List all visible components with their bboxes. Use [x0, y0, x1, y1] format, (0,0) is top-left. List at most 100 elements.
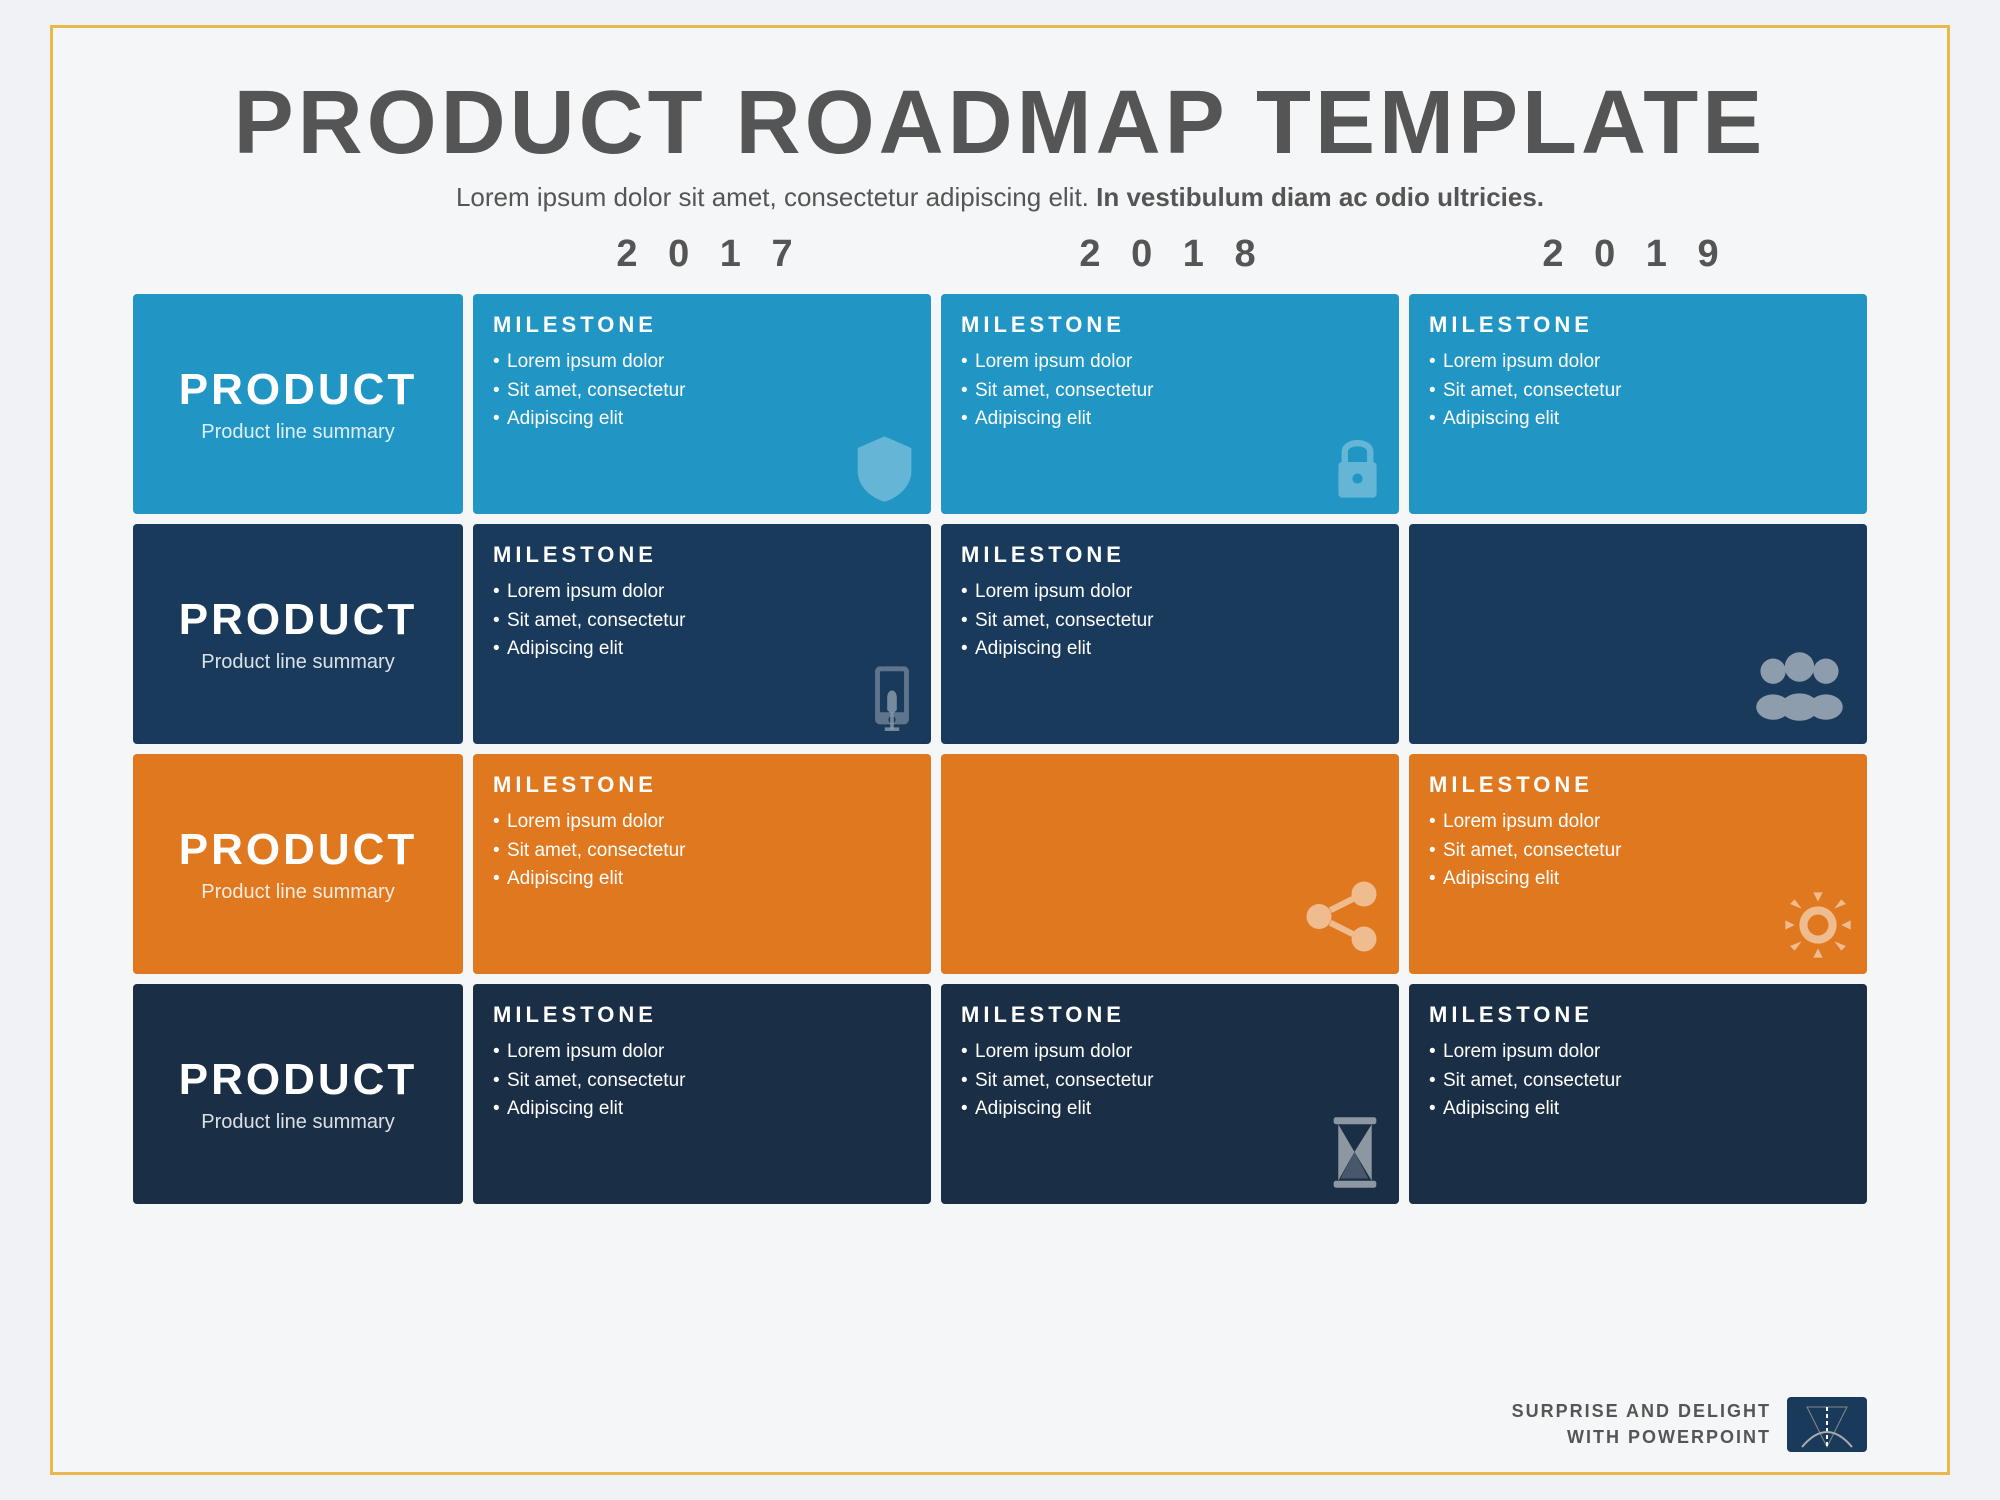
milestone-item: Lorem ipsum dolor: [1429, 348, 1847, 377]
milestone-item: Sit amet, consectetur: [493, 837, 911, 866]
milestone-item: Adipiscing elit: [1429, 1095, 1847, 1124]
milestone-item: Sit amet, consectetur: [1429, 1067, 1847, 1096]
header: PRODUCT ROADMAP TEMPLATE Lorem ipsum dol…: [133, 78, 1867, 213]
milestone-item: Sit amet, consectetur: [1429, 377, 1847, 406]
milestone-item: Lorem ipsum dolor: [493, 348, 911, 377]
product-cell-1: PRODUCT Product line summary: [133, 294, 463, 514]
milestone-items-4-2: Lorem ipsum dolor Sit amet, consectetur …: [961, 1038, 1379, 1124]
milestone-2-2019: [1409, 524, 1867, 744]
product-title-3: PRODUCT: [179, 825, 418, 875]
milestone-item: Lorem ipsum dolor: [961, 348, 1379, 377]
year-2019: 2 0 1 9: [1404, 233, 1867, 276]
milestone-item: Sit amet, consectetur: [493, 1067, 911, 1096]
milestone-item: Lorem ipsum dolor: [1429, 1038, 1847, 1067]
product-summary-4: Product line summary: [201, 1111, 394, 1134]
milestone-items-1-1: Lorem ipsum dolor Sit amet, consectetur …: [493, 348, 911, 434]
milestone-1-2017: MILESTONE Lorem ipsum dolor Sit amet, co…: [473, 294, 931, 514]
milestone-items-2-1: Lorem ipsum dolor Sit amet, consectetur …: [493, 578, 911, 664]
row-2: PRODUCT Product line summary MILESTONE L…: [133, 524, 1867, 744]
milestone-header-2-2: MILESTONE: [961, 542, 1379, 568]
product-cell-3: PRODUCT Product line summary: [133, 754, 463, 974]
footer-logo: [1787, 1397, 1867, 1452]
milestone-item: Sit amet, consectetur: [493, 607, 911, 636]
footer-line1: SURPRISE AND DELIGHT: [1512, 1399, 1771, 1424]
footer-text: SURPRISE AND DELIGHT WITH POWERPOINT: [1512, 1399, 1771, 1449]
milestone-item: Sit amet, consectetur: [961, 607, 1379, 636]
milestone-3-2018: [941, 754, 1399, 974]
milestone-2-2018: MILESTONE Lorem ipsum dolor Sit amet, co…: [941, 524, 1399, 744]
subtitle-bold: In vestibulum diam ac odio ultricies.: [1096, 182, 1544, 212]
slide: PRODUCT ROADMAP TEMPLATE Lorem ipsum dol…: [50, 25, 1950, 1475]
milestone-item: Adipiscing elit: [961, 1095, 1379, 1124]
milestone-item: Adipiscing elit: [493, 405, 911, 434]
milestone-items-3-3: Lorem ipsum dolor Sit amet, consectetur …: [1429, 808, 1847, 894]
milestone-item: Lorem ipsum dolor: [1429, 808, 1847, 837]
milestone-item: Lorem ipsum dolor: [493, 578, 911, 607]
footer-line2: WITH POWERPOINT: [1512, 1425, 1771, 1450]
product-title-4: PRODUCT: [179, 1055, 418, 1105]
milestone-1-2019: MILESTONE Lorem ipsum dolor Sit amet, co…: [1409, 294, 1867, 514]
product-summary-1: Product line summary: [201, 421, 394, 444]
milestone-header-3-1: MILESTONE: [493, 772, 911, 798]
milestone-item: Adipiscing elit: [493, 635, 911, 664]
milestone-item: Adipiscing elit: [493, 1095, 911, 1124]
milestone-items-1-3: Lorem ipsum dolor Sit amet, consectetur …: [1429, 348, 1847, 434]
milestone-items-4-3: Lorem ipsum dolor Sit amet, consectetur …: [1429, 1038, 1847, 1124]
product-summary-3: Product line summary: [201, 881, 394, 904]
subtitle-normal: Lorem ipsum dolor sit amet, consectetur …: [456, 182, 1089, 212]
milestone-4-2018: MILESTONE Lorem ipsum dolor Sit amet, co…: [941, 984, 1399, 1204]
milestone-item: Lorem ipsum dolor: [961, 578, 1379, 607]
milestone-header-1-2: MILESTONE: [961, 312, 1379, 338]
row-1: PRODUCT Product line summary MILESTONE L…: [133, 294, 1867, 514]
milestone-item: Adipiscing elit: [961, 635, 1379, 664]
team-icon: [1752, 649, 1847, 724]
milestone-item: Sit amet, consectetur: [961, 1067, 1379, 1096]
milestone-item: Lorem ipsum dolor: [493, 808, 911, 837]
milestone-1-2018: MILESTONE Lorem ipsum dolor Sit amet, co…: [941, 294, 1399, 514]
subtitle: Lorem ipsum dolor sit amet, consectetur …: [133, 182, 1867, 213]
milestone-header-2-1: MILESTONE: [493, 542, 911, 568]
hourglass-icon: [1325, 1115, 1385, 1190]
milestone-item: Adipiscing elit: [493, 865, 911, 894]
product-cell-2: PRODUCT Product line summary: [133, 524, 463, 744]
product-summary-2: Product line summary: [201, 651, 394, 674]
milestone-item: Adipiscing elit: [1429, 405, 1847, 434]
lock-icon: [1330, 434, 1385, 504]
milestone-items-3-1: Lorem ipsum dolor Sit amet, consectetur …: [493, 808, 911, 894]
year-2018: 2 0 1 8: [941, 233, 1404, 276]
row-3: PRODUCT Product line summary MILESTONE L…: [133, 754, 1867, 974]
milestone-header-4-3: MILESTONE: [1429, 1002, 1847, 1028]
phone-icon: [867, 664, 917, 734]
share-icon: [1304, 879, 1379, 954]
milestone-item: Sit amet, consectetur: [961, 377, 1379, 406]
milestone-header-1-3: MILESTONE: [1429, 312, 1847, 338]
milestone-header-3-3: MILESTONE: [1429, 772, 1847, 798]
milestone-header-4-2: MILESTONE: [961, 1002, 1379, 1028]
row-4: PRODUCT Product line summary MILESTONE L…: [133, 984, 1867, 1204]
milestone-2-2017: MILESTONE Lorem ipsum dolor Sit amet, co…: [473, 524, 931, 744]
year-2017: 2 0 1 7: [478, 233, 941, 276]
milestone-3-2017: MILESTONE Lorem ipsum dolor Sit amet, co…: [473, 754, 931, 974]
milestone-item: Lorem ipsum dolor: [961, 1038, 1379, 1067]
product-title-2: PRODUCT: [179, 595, 418, 645]
milestone-item: Adipiscing elit: [961, 405, 1379, 434]
milestone-header-1-1: MILESTONE: [493, 312, 911, 338]
main-title: PRODUCT ROADMAP TEMPLATE: [133, 78, 1867, 168]
footer: SURPRISE AND DELIGHT WITH POWERPOINT: [1512, 1397, 1867, 1452]
milestone-item: Sit amet, consectetur: [1429, 837, 1847, 866]
milestone-header-4-1: MILESTONE: [493, 1002, 911, 1028]
shield-icon: [852, 434, 917, 504]
milestone-4-2019: MILESTONE Lorem ipsum dolor Sit amet, co…: [1409, 984, 1867, 1204]
milestone-3-2019: MILESTONE Lorem ipsum dolor Sit amet, co…: [1409, 754, 1867, 974]
milestone-item: Lorem ipsum dolor: [493, 1038, 911, 1067]
product-title-1: PRODUCT: [179, 365, 418, 415]
roadmap-grid: PRODUCT Product line summary MILESTONE L…: [133, 294, 1867, 1204]
product-cell-4: PRODUCT Product line summary: [133, 984, 463, 1204]
milestone-items-4-1: Lorem ipsum dolor Sit amet, consectetur …: [493, 1038, 911, 1124]
gear-icon: [1783, 890, 1853, 960]
year-headers: 2 0 1 7 2 0 1 8 2 0 1 9: [478, 233, 1867, 276]
milestone-items-2-2: Lorem ipsum dolor Sit amet, consectetur …: [961, 578, 1379, 664]
milestone-4-2017: MILESTONE Lorem ipsum dolor Sit amet, co…: [473, 984, 931, 1204]
milestone-item: Sit amet, consectetur: [493, 377, 911, 406]
milestone-items-1-2: Lorem ipsum dolor Sit amet, consectetur …: [961, 348, 1379, 434]
